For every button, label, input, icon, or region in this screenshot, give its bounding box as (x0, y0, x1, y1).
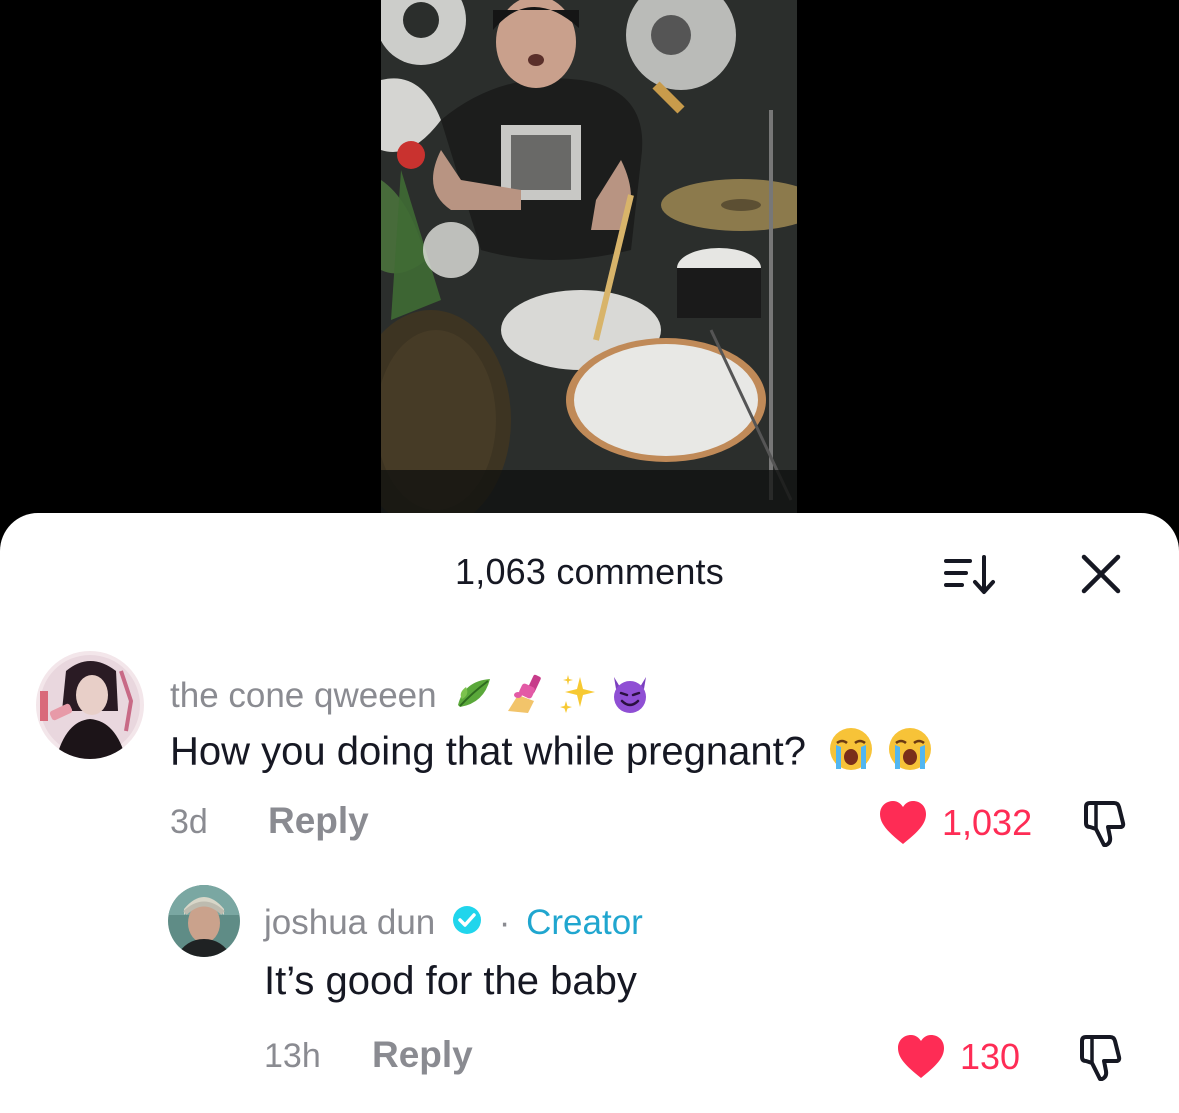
comment-text: How you doing that while pregnant? (170, 725, 934, 783)
close-button[interactable] (1078, 551, 1124, 597)
close-icon (1081, 554, 1121, 594)
comment-username[interactable]: joshua dun · Creator (264, 903, 643, 945)
like-button[interactable]: 130 (896, 1032, 1036, 1080)
comments-sheet: 1,063 comments the cone qweeen How you d… (0, 513, 1179, 1113)
like-count: 130 (960, 1036, 1021, 1077)
smiling-devil-emoji (608, 671, 652, 724)
video-player[interactable] (0, 0, 1179, 540)
nail-polish-emoji (504, 671, 548, 724)
creator-badge: Creator (526, 903, 643, 942)
avatar[interactable] (168, 885, 240, 957)
heart-filled-icon (898, 1035, 944, 1078)
thumbs-down-icon (1084, 801, 1126, 847)
comment-timestamp: 3d (170, 803, 208, 841)
dislike-button[interactable] (1076, 1033, 1126, 1083)
comments-header: 1,063 comments (0, 513, 1179, 633)
reply-button[interactable]: Reply (268, 800, 369, 842)
username-text: the cone qweeen (170, 675, 437, 715)
leaf-emoji (454, 673, 494, 722)
video-frame[interactable] (381, 0, 797, 540)
user-avatar-image (36, 651, 144, 759)
sort-comments-button[interactable] (940, 553, 1000, 597)
verified-badge-icon (451, 904, 483, 945)
heart-filled-icon (880, 801, 926, 844)
comment-username[interactable]: the cone qweeen (170, 671, 652, 724)
loudly-crying-emoji (827, 725, 875, 783)
creator-avatar-image (168, 885, 240, 957)
thumbs-down-icon (1080, 1035, 1122, 1081)
username-text: joshua dun (264, 903, 436, 942)
loudly-crying-emoji (886, 725, 934, 783)
dislike-button[interactable] (1080, 799, 1130, 849)
comments-count: 1,063 comments (455, 551, 724, 592)
drummer-video-still (381, 0, 797, 540)
avatar[interactable] (36, 651, 144, 759)
like-count: 1,032 (942, 802, 1033, 843)
comment-text: It’s good for the baby (264, 959, 637, 1003)
sparkles-emoji (558, 673, 598, 722)
comment-timestamp: 13h (264, 1037, 321, 1075)
like-button[interactable]: 1,032 (878, 798, 1048, 846)
comment-item: the cone qweeen How you doing that while… (0, 643, 1179, 873)
reply-button[interactable]: Reply (372, 1034, 473, 1076)
badge-separator: · (498, 903, 511, 942)
sort-icon (944, 555, 995, 594)
reply-comment-item: joshua dun · Creator It’s good for the b… (0, 875, 1179, 1113)
comment-text-body: How you doing that while pregnant? (170, 729, 806, 774)
